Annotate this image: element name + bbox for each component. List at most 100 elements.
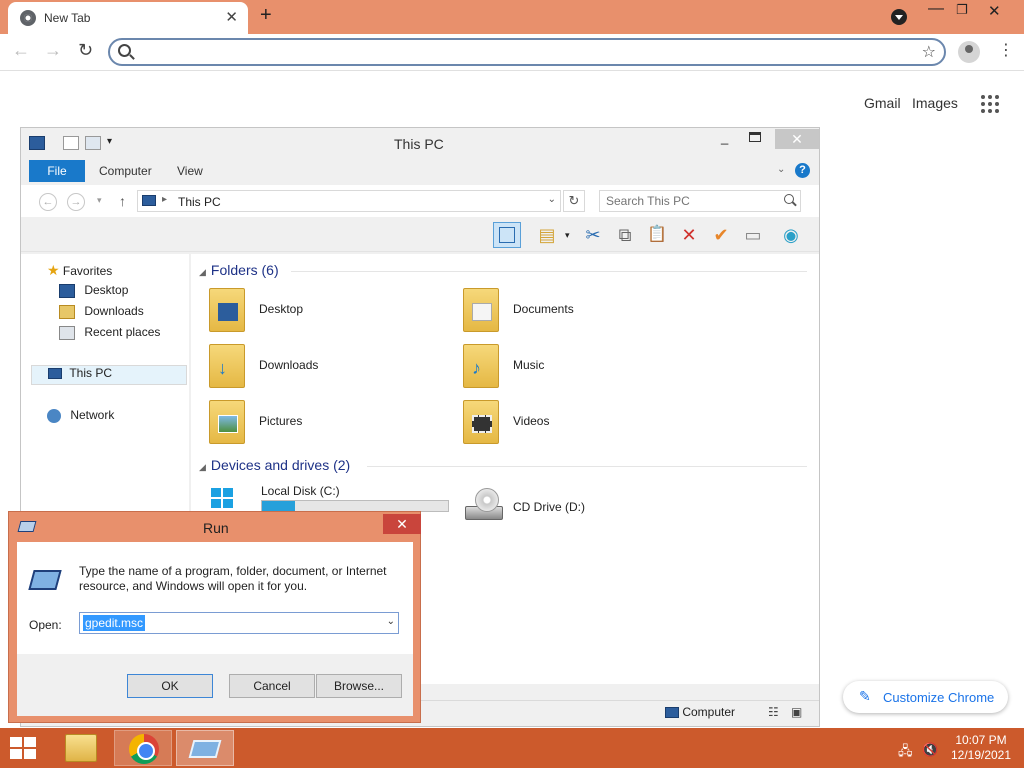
run-program-icon (28, 570, 62, 590)
back-button[interactable]: ← (12, 40, 30, 61)
drives-group-header[interactable]: ◢ Devices and drives (2) (199, 457, 350, 473)
chevron-down-icon[interactable]: ⌄ (387, 616, 395, 627)
restore-button[interactable]: ❐ (956, 2, 968, 18)
explorer-forward-button[interactable]: → (67, 193, 85, 211)
cancel-button[interactable]: Cancel (229, 674, 315, 698)
delete-icon[interactable]: ✕ (675, 222, 703, 248)
folder-pictures[interactable]: Pictures (209, 396, 449, 450)
taskbar-chrome[interactable] (114, 730, 172, 766)
chrome-menu-icon[interactable]: ⋮ (998, 40, 1014, 60)
breadcrumb[interactable]: This PC (178, 195, 221, 209)
this-pc-icon (142, 195, 156, 206)
new-folder-qat-icon[interactable] (85, 136, 101, 150)
nav-this-pc[interactable]: This PC (31, 365, 187, 385)
chrome-icon (129, 734, 159, 764)
paste-icon[interactable]: 📋 (643, 222, 671, 248)
clock-time: 10:07 PM (955, 733, 1007, 747)
folders-group-header[interactable]: ◢ Folders (6) (199, 262, 279, 278)
select-checkbox-icon[interactable]: ▤ (533, 222, 561, 248)
address-dropdown-icon[interactable]: ⌄ (548, 194, 556, 205)
refresh-button[interactable]: ↻ (563, 190, 585, 212)
volume-muted-icon[interactable]: 🔇 (922, 742, 938, 758)
images-link[interactable]: Images (912, 95, 958, 111)
explorer-back-button[interactable]: ← (39, 193, 57, 211)
run-close-button[interactable]: ✕ (383, 514, 421, 534)
help-icon[interactable]: ? (795, 163, 810, 178)
explorer-close-button[interactable]: ✕ (775, 129, 819, 149)
run-body: Type the name of a program, folder, docu… (17, 542, 413, 716)
customize-chrome-label: Customize Chrome (883, 690, 995, 705)
expand-ribbon-icon[interactable]: ⌄ (777, 164, 785, 175)
tab-view[interactable]: View (165, 160, 215, 182)
tab-file[interactable]: File (29, 160, 85, 182)
open-label: Open: (29, 618, 62, 632)
omnibox-input[interactable] (140, 43, 920, 61)
nav-favorites[interactable]: ★ Favorites (47, 262, 112, 282)
drive-usage-fill (262, 501, 296, 511)
explorer-minimize-button[interactable]: _ (721, 130, 728, 145)
reload-button[interactable]: ↻ (78, 40, 93, 61)
profile-avatar[interactable] (958, 41, 980, 63)
tab-computer[interactable]: Computer (87, 160, 164, 182)
taskbar-clock[interactable]: 10:07 PM 12/19/2021 (948, 733, 1014, 763)
recent-locations-icon[interactable]: ▾ (97, 195, 102, 206)
minimize-button[interactable]: — (928, 0, 944, 18)
nav-downloads[interactable]: Downloads (59, 304, 144, 324)
chrome-tab-strip: New Tab ✕ + — ❐ ✕ (0, 0, 1024, 34)
search-icon (118, 44, 131, 57)
folder-music[interactable]: ♪ Music (463, 340, 703, 394)
taskbar-file-explorer[interactable] (52, 730, 110, 766)
folder-documents[interactable]: Documents (463, 284, 703, 338)
explorer-maximize-button[interactable] (749, 132, 761, 142)
layout-pane-button[interactable] (493, 222, 521, 248)
new-tab-button[interactable]: + (260, 4, 272, 27)
tab-search-icon[interactable] (891, 9, 907, 25)
open-input-value[interactable]: gpedit.msc (83, 615, 146, 631)
cut-icon[interactable]: ✂ (579, 222, 607, 248)
bookmark-star-icon[interactable]: ☆ (922, 42, 936, 62)
run-title-bar: Run ✕ (9, 512, 421, 542)
run-description: Type the name of a program, folder, docu… (79, 564, 387, 593)
rename-check-icon[interactable]: ✔ (707, 222, 735, 248)
run-dialog: Run ✕ Type the name of a program, folder… (8, 511, 421, 723)
select-dropdown-icon[interactable]: ▾ (565, 230, 570, 241)
group-label: Folders (6) (210, 262, 279, 278)
browse-button[interactable]: Browse... (316, 674, 402, 698)
search-icon (784, 194, 794, 204)
collapse-triangle-icon: ◢ (199, 267, 206, 277)
folder-name: Music (513, 358, 545, 372)
open-combobox[interactable]: gpedit.msc ⌄ (79, 612, 399, 634)
up-button[interactable]: ↑ (119, 193, 126, 209)
close-window-button[interactable]: ✕ (988, 2, 1001, 20)
explorer-search-input[interactable] (606, 194, 776, 208)
network-globe-icon[interactable]: ◉ (777, 222, 805, 248)
copy-icon[interactable]: ⧉ (611, 222, 639, 248)
large-icons-view-icon[interactable]: ▣ (791, 705, 802, 719)
details-view-icon[interactable]: ☷ (768, 705, 779, 719)
start-button[interactable] (10, 737, 38, 759)
folder-desktop[interactable]: Desktop (209, 284, 449, 338)
tab-close-icon[interactable]: ✕ (225, 8, 238, 26)
address-bar[interactable]: ▸ This PC ⌄ (137, 190, 561, 212)
properties-icon[interactable]: ▭ (739, 222, 767, 248)
taskbar-run[interactable] (176, 730, 234, 766)
properties-qat-icon[interactable] (63, 136, 79, 150)
nav-network[interactable]: Network (47, 408, 114, 428)
this-pc-icon (48, 368, 62, 380)
nav-desktop[interactable]: Desktop (59, 283, 128, 303)
google-apps-icon[interactable] (981, 95, 999, 113)
gmail-link[interactable]: Gmail (864, 95, 901, 111)
nav-recent-places[interactable]: Recent places (59, 325, 160, 345)
customize-chrome-button[interactable]: ✎ Customize Chrome (843, 681, 1008, 713)
network-icon[interactable]: 🖧 (898, 742, 913, 764)
folder-videos[interactable]: Videos (463, 396, 703, 450)
omnibox[interactable]: ☆ (108, 38, 946, 66)
folder-downloads[interactable]: ↓ Downloads (209, 340, 449, 394)
qat-dropdown-icon[interactable]: ▾ (107, 136, 112, 147)
tab-new-tab[interactable]: New Tab ✕ (8, 2, 248, 34)
ribbon-tabs: File Computer View (29, 160, 813, 182)
forward-button[interactable]: → (44, 40, 62, 61)
drive-cd-d[interactable]: CD Drive (D:) (463, 488, 663, 524)
ok-button[interactable]: OK (127, 674, 213, 698)
explorer-search-box[interactable] (599, 190, 801, 212)
